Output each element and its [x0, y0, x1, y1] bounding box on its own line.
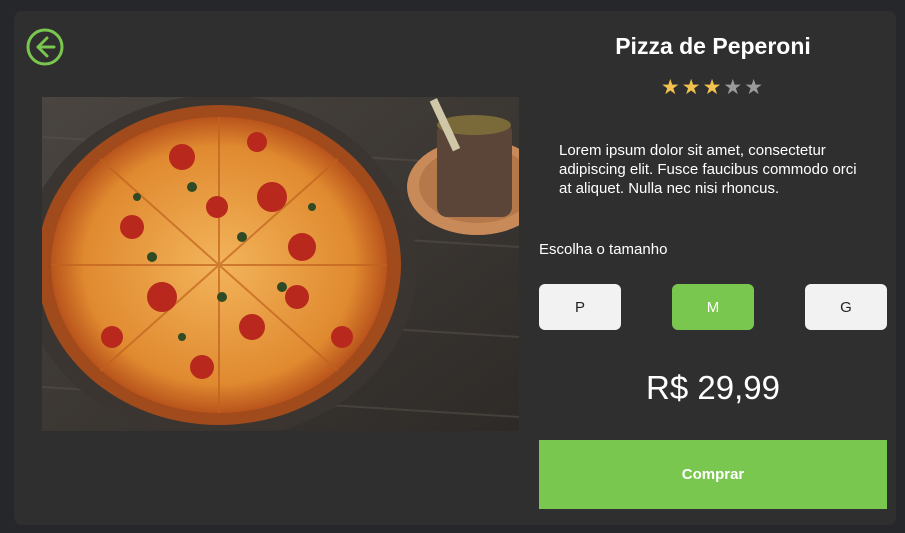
- size-button-m[interactable]: M: [672, 284, 754, 330]
- size-button-label: G: [840, 298, 852, 316]
- size-button-g[interactable]: G: [805, 284, 887, 330]
- star-filled-icon: ★: [681, 76, 703, 99]
- product-description: Lorem ipsum dolor sit amet, consectetur …: [559, 142, 857, 197]
- star-filled-icon: ★: [702, 76, 724, 99]
- back-button[interactable]: [25, 27, 65, 67]
- arrow-left-circle-icon: [26, 28, 64, 66]
- star-filled-icon: ★: [660, 76, 682, 99]
- pizza-photo: [42, 97, 519, 431]
- size-button-label: M: [706, 298, 720, 316]
- size-label: Escolha o tamanho: [539, 241, 668, 258]
- star-empty-icon: ★: [744, 76, 766, 99]
- size-button-label: P: [574, 298, 585, 316]
- product-price: R$ 29,99: [646, 369, 780, 406]
- size-button-p[interactable]: P: [539, 284, 621, 330]
- product-title: Pizza de Peperoni: [615, 33, 811, 59]
- star-empty-icon: ★: [723, 76, 745, 99]
- buy-button[interactable]: Comprar: [539, 440, 887, 509]
- rating-stars: ★★★★★: [539, 76, 887, 100]
